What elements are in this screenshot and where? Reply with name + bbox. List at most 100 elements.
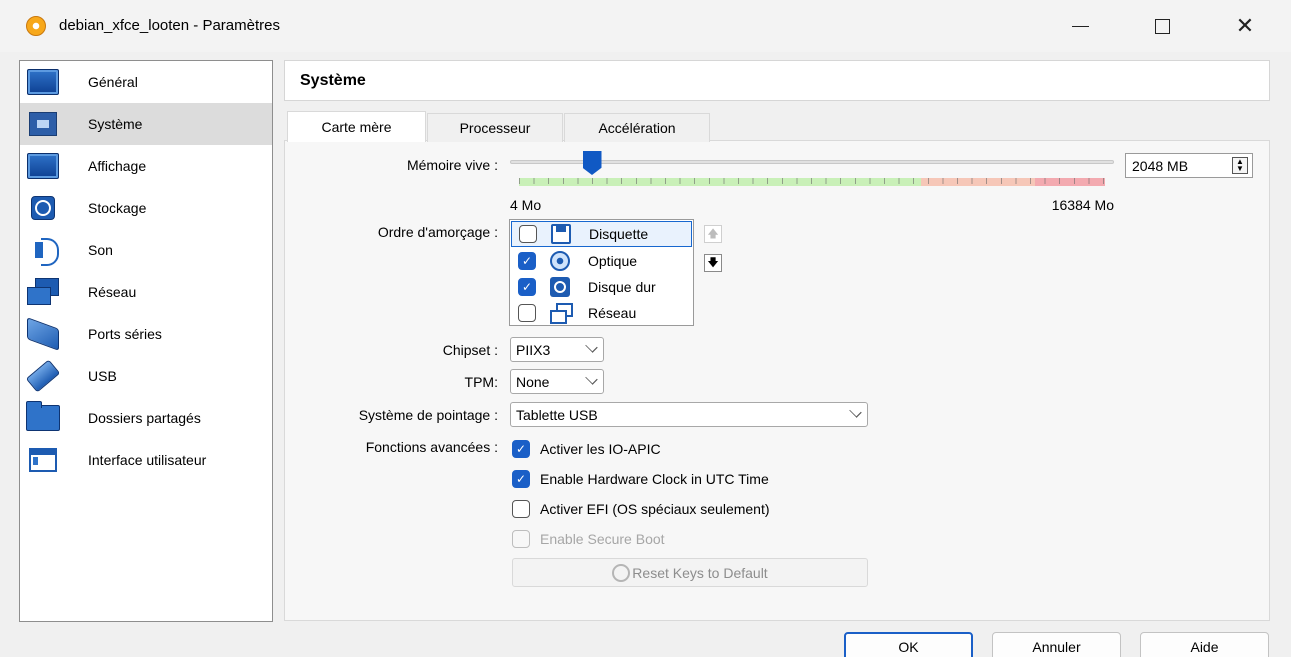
secure-boot-option: Enable Secure Boot [512,528,665,550]
boot-optical-checkbox[interactable]: ✓ [518,252,536,270]
close-button[interactable]: ✕ [1222,6,1268,46]
maximize-icon [1154,18,1170,34]
sidebar-item-sound[interactable]: Son [20,229,272,271]
sidebar-item-display[interactable]: Affichage [20,145,272,187]
sidebar-item-shared-folders[interactable]: Dossiers partagés [20,397,272,439]
tab-acceleration[interactable]: Accélération [564,113,710,142]
utc-clock-option[interactable]: ✓ Enable Hardware Clock in UTC Time [512,468,769,490]
close-icon: ✕ [1235,13,1255,38]
secure-boot-checkbox [512,530,530,548]
sidebar-item-label: Son [88,242,113,258]
utc-clock-label: Enable Hardware Clock in UTC Time [540,471,769,487]
chipset-select[interactable]: PIIX3 [510,337,604,362]
sidebar-item-label: Général [88,74,138,90]
boot-hard-disk-checkbox[interactable]: ✓ [518,278,536,296]
tab-processor[interactable]: Processeur [427,113,563,142]
boot-item-hard-disk[interactable]: ✓ Disque dur [511,274,692,300]
sidebar-item-label: Affichage [88,158,147,174]
memory-max-label: 16384 Mo [1051,197,1114,213]
tab-motherboard[interactable]: Carte mère [287,111,426,142]
boot-item-optical[interactable]: ✓ Optique [511,248,692,274]
network-icon [26,277,60,307]
virtualbox-app-icon [24,16,48,36]
boot-order-label: Ordre d'amorçage : [377,224,498,240]
chevron-down-icon [849,405,862,418]
boot-floppy-checkbox[interactable] [519,225,537,243]
spin-arrows-icon[interactable]: ▲ ▼ [1232,157,1248,174]
io-apic-checkbox[interactable]: ✓ [512,440,530,458]
minimize-button[interactable] [1057,6,1103,46]
floppy-icon [551,224,571,244]
sidebar-item-serial-ports[interactable]: Ports séries [20,313,272,355]
io-apic-option[interactable]: ✓ Activer les IO-APIC [512,438,661,460]
sidebar-item-label: Stockage [88,200,147,216]
folder-icon [26,401,60,433]
tpm-value: None [516,374,550,390]
chip-icon [26,109,60,139]
io-apic-label: Activer les IO-APIC [540,441,661,457]
sidebar-item-label: Réseau [88,284,137,300]
reset-icon [612,563,631,582]
tpm-select[interactable]: None [510,369,604,394]
boot-order-list: Disquette ✓ Optique ✓ Disque dur Réseau [509,219,694,326]
sidebar-item-label: Dossiers partagés [88,410,201,426]
tpm-label: TPM: [464,374,498,390]
chevron-down-icon [585,340,598,353]
reset-keys-label: Reset Keys to Default [632,564,768,581]
help-button[interactable]: Aide [1140,632,1269,657]
move-down-button[interactable]: 🡇 [704,254,722,272]
window-title: debian_xfce_looten - Paramètres [59,17,280,34]
sidebar-item-user-interface[interactable]: Interface utilisateur [20,439,272,481]
monitor-icon [26,67,60,97]
memory-spinbox[interactable]: 2048 MB ▲ ▼ [1125,153,1253,178]
sidebar-item-network[interactable]: Réseau [20,271,272,313]
pointing-select[interactable]: Tablette USB [510,402,868,427]
arrow-down-icon: 🡇 [707,256,719,269]
sidebar-item-general[interactable]: Général [20,61,272,103]
memory-value: 2048 MB [1132,158,1189,174]
memory-ticks [519,178,1105,184]
sidebar-item-storage[interactable]: Stockage [20,187,272,229]
boot-item-label: Optique [588,253,638,269]
window-icon [26,445,60,475]
maximize-button[interactable] [1139,6,1185,46]
efi-option[interactable]: Activer EFI (OS spéciaux seulement) [512,498,770,520]
sidebar-item-label: USB [88,368,117,384]
boot-item-network[interactable]: Réseau [511,300,692,326]
pointing-value: Tablette USB [516,407,598,423]
boot-item-label: Disque dur [588,279,656,295]
sidebar-item-label: Système [88,116,143,132]
sidebar-item-label: Interface utilisateur [88,452,207,468]
usb-icon [25,359,61,393]
boot-item-label: Disquette [589,226,649,242]
memory-label: Mémoire vive : [406,157,498,173]
serial-port-icon [26,317,60,351]
sidebar-item-usb[interactable]: USB [20,355,272,397]
pointing-label: Système de pointage : [358,407,498,423]
arrow-up-icon: 🡅 [707,227,719,240]
reset-keys-button: Reset Keys to Default [512,558,868,587]
cancel-button[interactable]: Annuler [992,632,1121,657]
chipset-value: PIIX3 [516,342,551,358]
sidebar-item-system[interactable]: Système [20,103,272,145]
advanced-label: Fonctions avancées : [365,439,498,455]
sidebar-item-label: Ports séries [88,326,162,342]
efi-checkbox[interactable] [512,500,530,518]
speaker-icon [26,235,60,266]
efi-label: Activer EFI (OS spéciaux seulement) [540,501,770,517]
disk-icon [26,193,60,223]
boot-network-checkbox[interactable] [518,304,536,322]
secure-boot-label: Enable Secure Boot [540,531,665,547]
chipset-label: Chipset : [442,342,498,358]
page-title: Système [300,72,366,89]
ok-button[interactable]: OK [844,632,973,657]
boot-item-label: Réseau [588,305,637,321]
chevron-down-icon [585,372,598,385]
move-up-button[interactable]: 🡅 [704,225,722,243]
boot-item-floppy[interactable]: Disquette [511,221,692,247]
page-header: Système [284,60,1270,101]
utc-clock-checkbox[interactable]: ✓ [512,470,530,488]
display-icon [26,151,60,181]
network-icon [550,303,573,324]
title-bar: debian_xfce_looten - Paramètres ✕ [0,0,1291,52]
